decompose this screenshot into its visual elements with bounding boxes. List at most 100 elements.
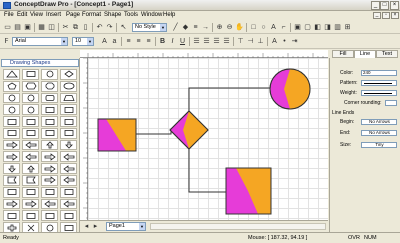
undo-icon[interactable]: ↶ xyxy=(95,23,104,32)
shape-library-item[interactable] xyxy=(3,151,20,163)
justify-left-icon[interactable]: ☰ xyxy=(192,37,201,46)
shape-library-item[interactable] xyxy=(22,127,39,139)
shape-library-item[interactable] xyxy=(60,80,77,92)
indent-icon[interactable]: ⇥ xyxy=(290,37,299,46)
circle-shape[interactable] xyxy=(269,68,311,110)
justify-right-icon[interactable]: ☰ xyxy=(212,37,221,46)
shape-library-item[interactable] xyxy=(22,116,39,127)
shape-library-item[interactable] xyxy=(3,127,20,139)
shape-library-item[interactable] xyxy=(41,116,58,127)
connector-square-to-diamond[interactable] xyxy=(136,129,172,135)
paste-icon[interactable]: ▯ xyxy=(81,23,90,32)
doc-minimize-button[interactable]: _ xyxy=(373,12,381,19)
shape-library-item[interactable] xyxy=(41,175,58,186)
shape-library-item[interactable] xyxy=(41,80,58,92)
align-left-icon[interactable]: ≡ xyxy=(124,37,133,46)
doc-restore-button[interactable]: ▫ xyxy=(382,12,390,19)
drawing-canvas[interactable] xyxy=(88,58,328,220)
line-color-icon[interactable]: ╱ xyxy=(171,23,180,32)
doc-close-button[interactable]: × xyxy=(391,12,399,19)
shape-library-item[interactable] xyxy=(41,151,58,163)
underline-icon[interactable]: U xyxy=(178,37,187,46)
connector-diamond-to-square[interactable] xyxy=(188,149,226,193)
middle-align-icon[interactable]: ⊣ xyxy=(246,37,255,46)
shape-library-item[interactable] xyxy=(3,104,20,116)
weight-field[interactable] xyxy=(361,90,397,96)
pointer-icon[interactable]: ↖ xyxy=(119,23,128,32)
copy-icon[interactable]: ⧉ xyxy=(71,23,80,32)
shape-library-item[interactable] xyxy=(22,104,39,116)
shape-library-item[interactable] xyxy=(60,116,77,127)
minimize-button[interactable]: _ xyxy=(371,1,380,10)
shape-library-item[interactable] xyxy=(41,139,58,151)
ellipse-tool-icon[interactable]: ○ xyxy=(259,23,268,32)
style-combo[interactable]: No Style ▼ xyxy=(132,23,167,32)
corner-field[interactable] xyxy=(385,100,397,106)
menu-page[interactable]: Page xyxy=(66,12,80,18)
shape-library-item[interactable] xyxy=(41,163,58,175)
menu-edit[interactable]: Edit xyxy=(17,12,27,18)
justify-center-icon[interactable]: ☰ xyxy=(202,37,211,46)
group-icon[interactable]: ▣ xyxy=(293,23,302,32)
shape-library-item[interactable] xyxy=(3,175,20,186)
open-icon[interactable]: ▤ xyxy=(13,23,22,32)
shape-library-item[interactable] xyxy=(22,69,39,80)
first-page-icon[interactable]: ◂ xyxy=(82,222,91,231)
tab-fill[interactable]: Fill xyxy=(332,50,354,58)
shape-library-item[interactable] xyxy=(60,151,77,163)
size-field[interactable]: Tiny xyxy=(361,142,397,148)
shapes-panel-header[interactable]: Drawing Shapes xyxy=(1,59,79,67)
shape-library-item[interactable] xyxy=(3,139,20,151)
shape-library-item[interactable] xyxy=(22,139,39,151)
shape-library-item[interactable] xyxy=(22,80,39,92)
diamond-shape[interactable] xyxy=(169,110,209,150)
font-combo[interactable]: Arial ▼ xyxy=(12,37,68,46)
shape-library-item[interactable] xyxy=(41,127,58,139)
tab-line[interactable]: Line xyxy=(354,50,376,58)
shape-library-item[interactable] xyxy=(41,69,58,80)
maximize-button[interactable]: □ xyxy=(380,1,389,10)
shrink-font-icon[interactable]: a xyxy=(110,37,119,46)
bold-icon[interactable]: B xyxy=(158,37,167,46)
shape-library-item[interactable] xyxy=(41,198,58,210)
shape-library-item[interactable] xyxy=(22,210,39,222)
shape-library-item[interactable] xyxy=(22,186,39,198)
shape-library-item[interactable] xyxy=(60,104,77,116)
send-back-icon[interactable]: ◨ xyxy=(323,23,332,32)
line-style-icon[interactable]: ≡ xyxy=(191,23,200,32)
square-shape-left[interactable] xyxy=(97,118,137,152)
tab-text[interactable]: Text xyxy=(376,50,398,58)
font-size-combo[interactable]: 10 ▼ xyxy=(72,37,94,46)
redo-icon[interactable]: ↷ xyxy=(105,23,114,32)
shape-library-item[interactable] xyxy=(3,163,20,175)
bullets-icon[interactable]: • xyxy=(280,37,289,46)
color-field[interactable]: 240 xyxy=(361,70,397,76)
shape-library-item[interactable] xyxy=(60,175,77,186)
zoom-in-icon[interactable]: ⊕ xyxy=(215,23,224,32)
shape-library-item[interactable] xyxy=(60,127,77,139)
menu-shape[interactable]: Shape xyxy=(104,12,121,18)
connector-diamond-to-circle[interactable] xyxy=(188,87,272,111)
shape-library-item[interactable] xyxy=(3,69,20,80)
shape-library-item[interactable] xyxy=(3,80,20,92)
menu-file[interactable]: File xyxy=(4,12,14,18)
page-selector[interactable]: Page1 ▼ xyxy=(106,222,146,231)
preview-icon[interactable]: ◫ xyxy=(47,23,56,32)
library-icon[interactable]: ▥ xyxy=(333,23,342,32)
shape-library-item[interactable] xyxy=(22,198,39,210)
close-button[interactable]: × xyxy=(390,1,399,10)
pattern-field[interactable] xyxy=(361,80,397,86)
shape-library-item[interactable] xyxy=(3,210,20,222)
zoom-out-icon[interactable]: ⊖ xyxy=(225,23,234,32)
new-icon[interactable]: ▭ xyxy=(3,23,12,32)
shape-library-item[interactable] xyxy=(22,151,39,163)
menu-view[interactable]: View xyxy=(30,12,43,18)
shape-library-item[interactable] xyxy=(60,186,77,198)
shape-library-item[interactable] xyxy=(3,186,20,198)
next-page-icon[interactable]: ▸ xyxy=(91,222,100,231)
rectangle-tool-icon[interactable]: □ xyxy=(249,23,258,32)
justify-full-icon[interactable]: ☰ xyxy=(222,37,231,46)
align-center-icon[interactable]: ≡ xyxy=(134,37,143,46)
shape-library-item[interactable] xyxy=(41,104,58,116)
shape-library-item[interactable] xyxy=(60,139,77,151)
